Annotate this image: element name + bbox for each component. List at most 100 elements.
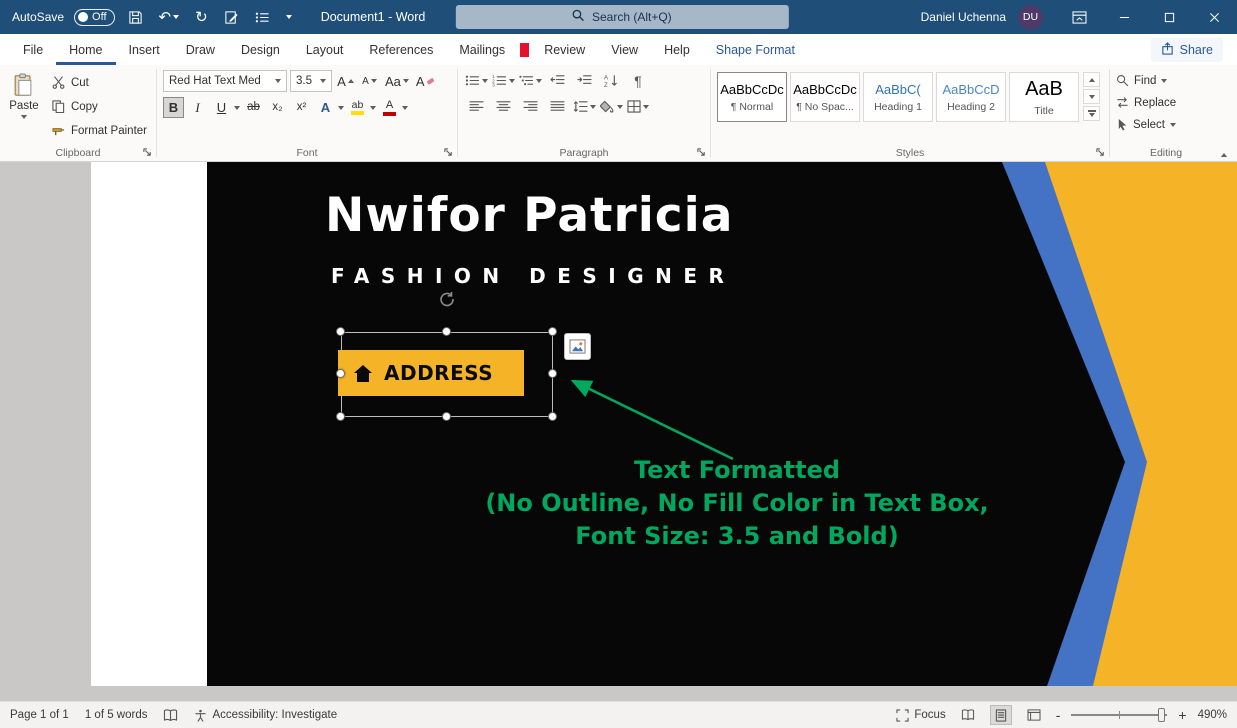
word-count[interactable]: 1 of 5 words <box>85 709 148 721</box>
cut-button[interactable]: Cut <box>48 72 151 93</box>
handle-middle-right[interactable] <box>548 369 557 378</box>
zoom-slider[interactable] <box>1071 714 1167 716</box>
text-effects-button[interactable]: A <box>315 97 344 118</box>
format-painter-button[interactable]: Format Painter <box>48 120 151 141</box>
search-bar[interactable]: Search (Alt+Q) <box>455 5 788 29</box>
rotate-handle[interactable] <box>438 290 456 308</box>
bullets-button[interactable] <box>464 70 488 91</box>
align-left-button[interactable] <box>464 96 488 117</box>
handle-top-right[interactable] <box>548 327 557 336</box>
tab-file[interactable]: File <box>10 34 56 65</box>
justify-button[interactable] <box>545 96 569 117</box>
maximize-button[interactable] <box>1147 0 1192 34</box>
numbering-button[interactable]: 123 <box>491 70 515 91</box>
highlight-color-button[interactable]: ab <box>347 97 376 118</box>
ribbon-display-options-icon[interactable] <box>1057 0 1102 34</box>
clipboard-dialog-launcher[interactable] <box>141 146 153 158</box>
borders-button[interactable] <box>626 96 650 117</box>
increase-indent-button[interactable] <box>572 70 596 91</box>
shrink-font-button[interactable]: A <box>359 71 380 92</box>
tab-references[interactable]: References <box>356 34 446 65</box>
read-mode-button[interactable] <box>957 705 979 725</box>
bullet-list-icon[interactable] <box>252 5 273 29</box>
align-center-button[interactable] <box>491 96 515 117</box>
close-button[interactable] <box>1192 0 1237 34</box>
italic-button[interactable]: I <box>187 97 208 118</box>
zoom-level[interactable]: 490% <box>1198 709 1227 721</box>
avatar[interactable]: DU <box>1018 5 1043 30</box>
user-name[interactable]: Daniel Uchenna <box>921 10 1006 24</box>
superscript-button[interactable]: x² <box>291 97 312 118</box>
tab-shape-format[interactable]: Shape Format <box>703 34 808 65</box>
collapse-ribbon-button[interactable] <box>1221 136 1227 154</box>
multilevel-list-button[interactable] <box>518 70 542 91</box>
find-button[interactable]: Find <box>1116 71 1217 90</box>
tab-layout[interactable]: Layout <box>293 34 357 65</box>
page[interactable]: Nwifor Patricia FASHION DESIGNER ADDRESS <box>91 162 1237 686</box>
zoom-slider-thumb[interactable] <box>1158 708 1165 722</box>
style-heading-1[interactable]: AaBbC( Heading 1 <box>863 72 933 122</box>
tab-draw[interactable]: Draw <box>173 34 228 65</box>
font-size-combo[interactable]: 3.5 <box>290 70 332 92</box>
show-formatting-button[interactable]: ¶ <box>626 70 650 91</box>
address-textbox[interactable]: ADDRESS <box>338 350 524 396</box>
styles-scroll-up-button[interactable] <box>1083 72 1100 87</box>
paragraph-dialog-launcher[interactable] <box>695 146 707 158</box>
tab-view[interactable]: View <box>598 34 651 65</box>
handle-bottom-right[interactable] <box>548 412 557 421</box>
decrease-indent-button[interactable] <box>545 70 569 91</box>
undo-icon[interactable]: ↶ <box>156 5 183 29</box>
card-role-text[interactable]: FASHION DESIGNER <box>331 264 735 288</box>
page-indicator[interactable]: Page 1 of 1 <box>10 709 69 721</box>
clear-formatting-button[interactable]: A <box>414 71 437 92</box>
tab-help[interactable]: Help <box>651 34 703 65</box>
tab-review[interactable]: Review <box>531 34 598 65</box>
editor-icon[interactable] <box>221 5 242 29</box>
styles-gallery-more-button[interactable] <box>1083 106 1100 121</box>
style-title[interactable]: AaB Title <box>1009 72 1079 122</box>
font-color-button[interactable]: A <box>379 97 408 118</box>
styles-dialog-launcher[interactable] <box>1094 146 1106 158</box>
grow-font-button[interactable]: A <box>335 71 356 92</box>
sort-button[interactable]: AZ <box>599 70 623 91</box>
layout-options-button[interactable] <box>564 333 591 360</box>
align-right-button[interactable] <box>518 96 542 117</box>
change-case-button[interactable]: Aa <box>383 71 411 92</box>
shading-button[interactable] <box>599 96 623 117</box>
handle-top-left[interactable] <box>336 327 345 336</box>
zoom-out-button[interactable]: - <box>1056 707 1061 723</box>
select-button[interactable]: Select <box>1116 115 1217 134</box>
style-normal[interactable]: AaBbCcDc ¶ Normal <box>717 72 787 122</box>
strikethrough-button[interactable]: ab <box>243 97 264 118</box>
handle-top-center[interactable] <box>442 327 451 336</box>
tab-mailings[interactable]: Mailings <box>446 34 518 65</box>
style-no-spacing[interactable]: AaBbCcDc ¶ No Spac... <box>790 72 860 122</box>
tab-insert[interactable]: Insert <box>116 34 173 65</box>
focus-button[interactable]: Focus <box>896 709 945 722</box>
copy-button[interactable]: Copy <box>48 96 151 117</box>
bold-button[interactable]: B <box>163 97 184 118</box>
replace-button[interactable]: Replace <box>1116 93 1217 112</box>
underline-button[interactable]: U <box>211 97 240 118</box>
style-heading-2[interactable]: AaBbCcD Heading 2 <box>936 72 1006 122</box>
web-layout-button[interactable] <box>1023 705 1045 725</box>
save-icon[interactable] <box>125 5 146 29</box>
proofing-icon[interactable] <box>163 709 178 722</box>
share-button[interactable]: Share <box>1151 38 1223 62</box>
font-name-combo[interactable]: Red Hat Text Med <box>163 70 287 92</box>
font-dialog-launcher[interactable] <box>442 146 454 158</box>
minimize-button[interactable] <box>1102 0 1147 34</box>
print-layout-button[interactable] <box>990 705 1012 725</box>
subscript-button[interactable]: x₂ <box>267 97 288 118</box>
tab-design[interactable]: Design <box>228 34 293 65</box>
autosave-toggle[interactable]: Off <box>74 9 114 26</box>
document-canvas[interactable]: Nwifor Patricia FASHION DESIGNER ADDRESS <box>0 162 1237 701</box>
accessibility-status[interactable]: Accessibility: Investigate <box>194 709 337 722</box>
business-card-design[interactable]: Nwifor Patricia FASHION DESIGNER ADDRESS <box>207 162 1237 686</box>
handle-bottom-center[interactable] <box>442 412 451 421</box>
handle-bottom-left[interactable] <box>336 412 345 421</box>
styles-scroll-down-button[interactable] <box>1083 89 1100 104</box>
paste-button[interactable]: Paste <box>6 70 42 143</box>
redo-icon[interactable]: ↻ <box>192 5 211 29</box>
line-spacing-button[interactable] <box>572 96 596 117</box>
